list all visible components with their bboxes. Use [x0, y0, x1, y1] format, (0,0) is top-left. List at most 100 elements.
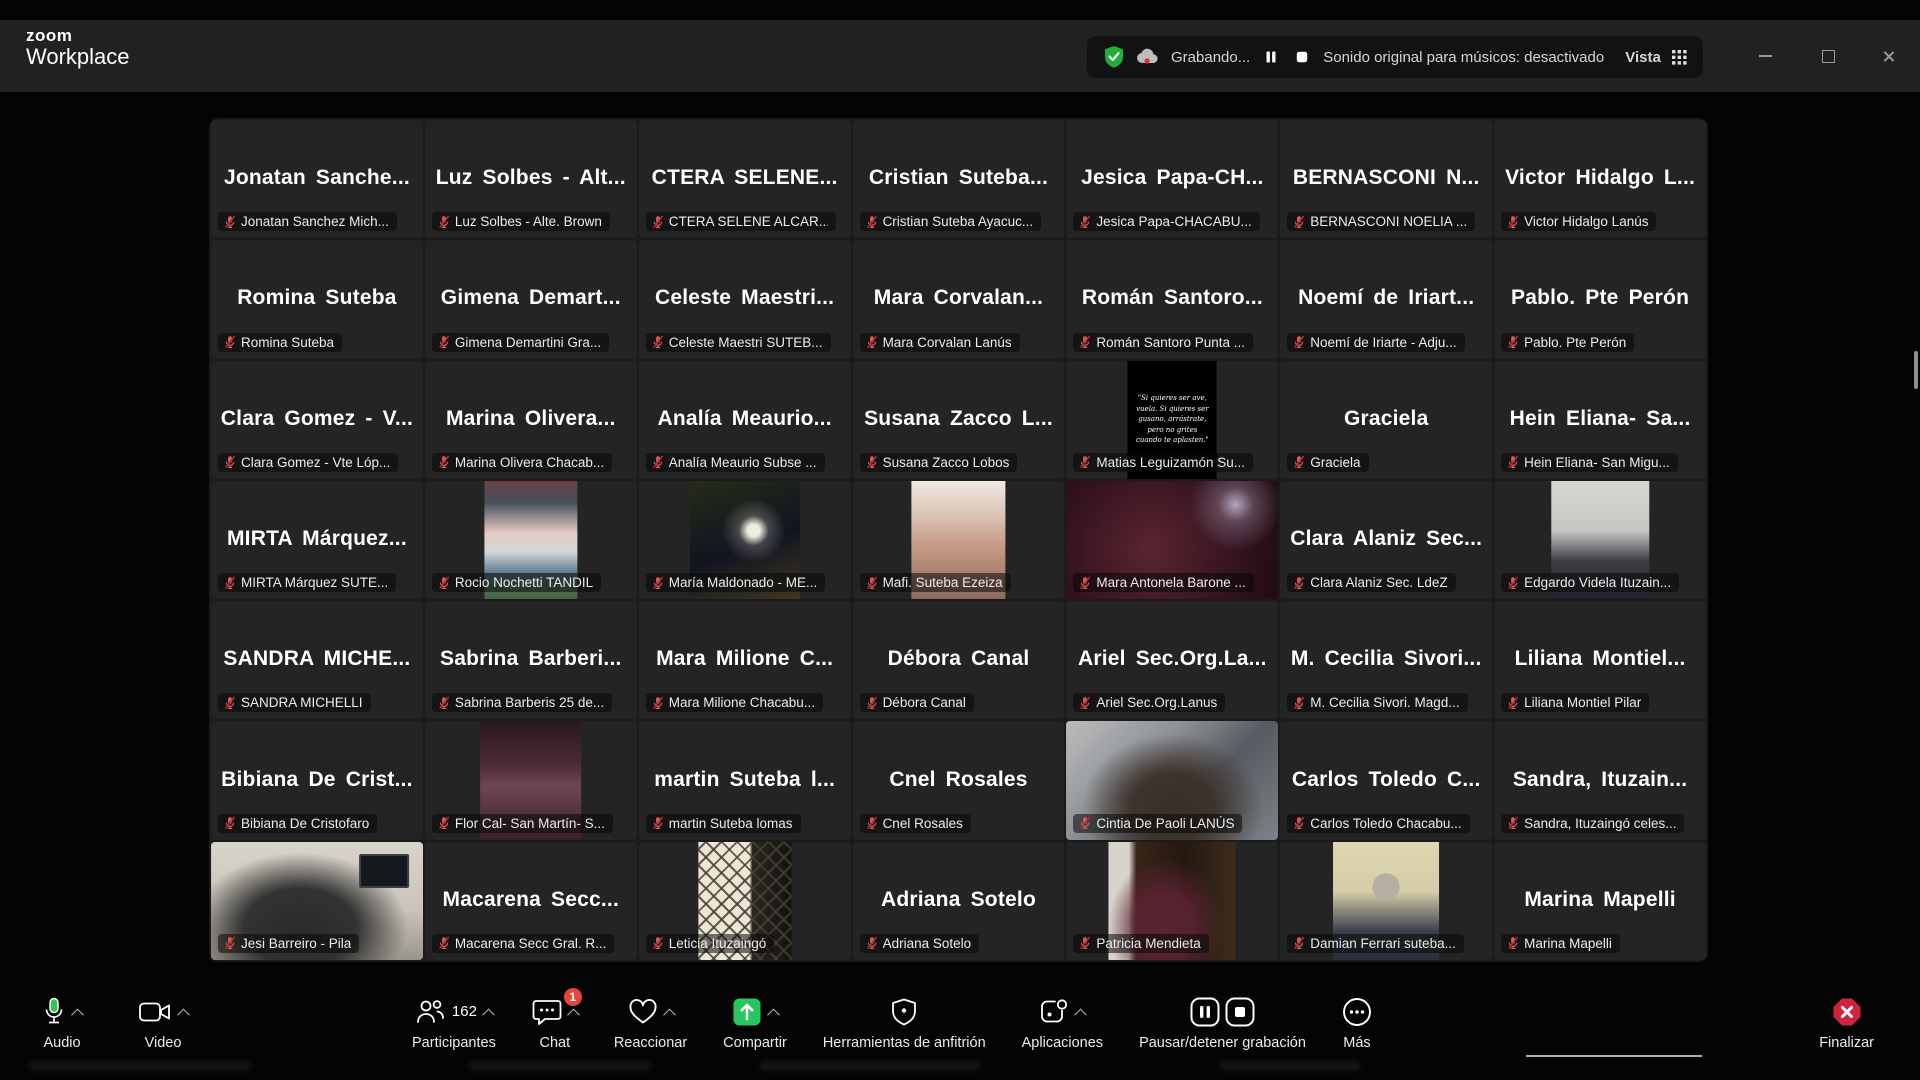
participant-tile[interactable]: Gimena Demart...Gimena Demartini Gra... [425, 240, 637, 358]
chat-button[interactable]: 1 Chat [532, 996, 578, 1051]
participant-tile[interactable]: Román Santoro...Román Santoro Punta ... [1066, 240, 1278, 358]
apps-chevron-icon[interactable] [1074, 1009, 1087, 1022]
participant-name-label: Clara Gomez - Vte Lóp... [241, 455, 390, 470]
participant-tile[interactable]: Victor Hidalgo L...Victor Hidalgo Lanús [1494, 120, 1706, 238]
share-screen-button[interactable]: Compartir [723, 996, 787, 1051]
chat-chevron-icon[interactable] [567, 1009, 580, 1022]
participant-tile[interactable]: Mara Milione C...Mara Milione Chacabu... [639, 601, 851, 719]
participant-tile[interactable]: Marina MapelliMarina Mapelli [1494, 842, 1706, 960]
participant-tile[interactable]: BERNASCONI N...BERNASCONI NOELIA ... [1280, 120, 1492, 238]
participant-tile[interactable]: Leticia Ituzaingó [639, 842, 851, 960]
view-menu-label[interactable]: Vista [1625, 49, 1661, 66]
participant-tile[interactable]: Celeste Maestri...Celeste Maestri SUTEB.… [639, 240, 851, 358]
participant-name-label: M. Cecilia Sivori. Magd... [1310, 695, 1459, 710]
participants-button[interactable]: 162 Participantes [412, 996, 496, 1051]
participant-tile[interactable]: Luz Solbes - Alt...Luz Solbes - Alte. Br… [425, 120, 637, 238]
participant-tile[interactable]: "Si quieres ser ave, vuela. Si quieres s… [1066, 361, 1278, 479]
participant-name-label: Mara Antonela Barone ... [1096, 575, 1245, 590]
stop-recording-control-icon[interactable] [1225, 997, 1255, 1027]
participant-tile[interactable]: M. Cecilia Sivori...M. Cecilia Sivori. M… [1280, 601, 1492, 719]
close-button[interactable] [1860, 20, 1916, 92]
participant-tile[interactable]: Patricia Mendieta [1066, 842, 1278, 960]
participant-tile[interactable]: martin Suteba l...martin Suteba lomas [639, 721, 851, 839]
participant-tile[interactable]: Macarena Secc...Macarena Secc Gral. R... [425, 842, 637, 960]
participant-tile[interactable]: Susana Zacco L...Susana Zacco Lobos [853, 361, 1065, 479]
muted-mic-icon [223, 335, 237, 349]
audio-button[interactable]: Audio [42, 996, 82, 1051]
react-button[interactable]: Reaccionar [614, 996, 687, 1051]
participant-tile[interactable]: Bibiana De Crist...Bibiana De Cristofaro [211, 721, 423, 839]
participant-name-label: Liliana Montiel Pilar [1524, 695, 1641, 710]
participant-name-label: Débora Canal [883, 695, 966, 710]
participant-tile[interactable]: Ariel Sec.Org.La...Ariel Sec.Org.Lanus [1066, 601, 1278, 719]
pause-stop-recording-button[interactable]: Pausar/detener grabación [1139, 996, 1306, 1051]
participants-chevron-icon[interactable] [482, 1009, 495, 1022]
gallery-scrollbar[interactable] [1914, 351, 1918, 389]
stop-recording-icon[interactable] [1292, 47, 1312, 67]
participant-tile[interactable]: Hein Eliana- Sa...Hein Eliana- San Migu.… [1494, 361, 1706, 479]
participant-tile[interactable]: Cnel RosalesCnel Rosales [853, 721, 1065, 839]
video-button[interactable]: Video [138, 996, 188, 1051]
participant-tile[interactable]: Clara Alaniz Sec...Clara Alaniz Sec. Lde… [1280, 481, 1492, 599]
participant-name-label: Celeste Maestri SUTEB... [669, 335, 823, 350]
participant-name-label: Clara Alaniz Sec. LdeZ [1310, 575, 1447, 590]
participant-tile[interactable]: Analía Meaurio...Analía Meaurio Subse ..… [639, 361, 851, 479]
share-chevron-icon[interactable] [767, 1009, 780, 1022]
original-sound-status-text[interactable]: Sonido original para músicos: desactivad… [1323, 49, 1604, 66]
participant-tile[interactable]: Mara Antonela Barone ... [1066, 481, 1278, 599]
participant-tile[interactable]: Romina SutebaRomina Suteba [211, 240, 423, 358]
more-button[interactable]: Más [1342, 996, 1372, 1051]
participant-name-pill: Matias Leguizamón Su... [1073, 453, 1253, 472]
participant-tile[interactable]: Jonatan Sanche...Jonatan Sanchez Mich... [211, 120, 423, 238]
taskbar-remnant [1220, 1062, 1360, 1070]
participant-name-pill: Jesi Barreiro - Pila [218, 934, 359, 953]
participant-tile[interactable]: Jesi Barreiro - Pila [211, 842, 423, 960]
participant-tile[interactable]: Liliana Montiel...Liliana Montiel Pilar [1494, 601, 1706, 719]
end-meeting-button[interactable]: Finalizar [1819, 996, 1874, 1051]
participant-tile[interactable]: Clara Gomez - V...Clara Gomez - Vte Lóp.… [211, 361, 423, 479]
participant-display-name: Sabrina Barberi... [425, 647, 637, 671]
react-chevron-icon[interactable] [663, 1009, 676, 1022]
participant-tile[interactable]: Marina Olivera...Marina Olivera Chacab..… [425, 361, 637, 479]
participant-tile[interactable]: Débora CanalDébora Canal [853, 601, 1065, 719]
security-shield-icon[interactable] [1103, 45, 1125, 69]
apps-button[interactable]: Aplicaciones [1022, 996, 1103, 1051]
participant-tile[interactable]: MIRTA Márquez...MIRTA Márquez SUTE... [211, 481, 423, 599]
pause-recording-control-icon[interactable] [1190, 997, 1220, 1027]
participant-tile[interactable]: María Maldonado - ME... [639, 481, 851, 599]
participant-tile[interactable]: Adriana SoteloAdriana Sotelo [853, 842, 1065, 960]
maximize-button[interactable] [1800, 20, 1856, 92]
participant-tile[interactable]: Sabrina Barberi...Sabrina Barberis 25 de… [425, 601, 637, 719]
video-options-chevron-icon[interactable] [177, 1009, 190, 1022]
participant-tile[interactable]: Pablo. Pte PerónPablo. Pte Perón [1494, 240, 1706, 358]
pause-recording-icon[interactable] [1261, 47, 1281, 67]
participant-tile[interactable]: Flor Cal- San Martín- S... [425, 721, 637, 839]
participant-tile[interactable]: Cintia De Paoli LANÚS [1066, 721, 1278, 839]
participant-name-pill: Graciela [1287, 453, 1368, 472]
participant-tile[interactable]: Noemí de Iriart...Noemí de Iriarte - Adj… [1280, 240, 1492, 358]
participant-tile[interactable]: Jesica Papa-CH...Jesica Papa-CHACABU... [1066, 120, 1278, 238]
participant-display-name: Jesica Papa-CH... [1066, 166, 1278, 190]
chat-unread-badge: 1 [564, 988, 582, 1006]
participant-name-label: Analía Meaurio Subse ... [669, 455, 817, 470]
participant-tile[interactable]: Edgardo Videla Ituzain... [1494, 481, 1706, 599]
participant-name-pill: martin Suteba lomas [646, 814, 801, 833]
participant-tile[interactable]: GracielaGraciela [1280, 361, 1492, 479]
participant-tile[interactable]: Mafi. Suteba Ezeiza [853, 481, 1065, 599]
gallery-view-grid-icon[interactable] [1672, 50, 1687, 65]
muted-mic-icon [1078, 816, 1092, 830]
minimize-button[interactable] [1737, 20, 1793, 92]
participant-tile[interactable]: Rocio Nochetti TANDIL [425, 481, 637, 599]
audio-options-chevron-icon[interactable] [71, 1009, 84, 1022]
participant-tile[interactable]: Mara Corvalan...Mara Corvalan Lanús [853, 240, 1065, 358]
participant-tile[interactable]: CTERA SELENE...CTERA SELENE ALCAR... [639, 120, 851, 238]
participant-tile[interactable]: Damian Ferrari suteba... [1280, 842, 1492, 960]
participant-tile[interactable]: SANDRA MICHE...SANDRA MICHELLI [211, 601, 423, 719]
participant-name-pill: Adriana Sotelo [860, 934, 980, 953]
participant-tile[interactable]: Carlos Toledo C...Carlos Toledo Chacabu.… [1280, 721, 1492, 839]
muted-mic-icon [1078, 696, 1092, 710]
host-tools-button[interactable]: Herramientas de anfitrión [823, 996, 986, 1051]
participant-name-pill: Rocio Nochetti TANDIL [432, 573, 601, 592]
participant-tile[interactable]: Cristian Suteba...Cristian Suteba Ayacuc… [853, 120, 1065, 238]
participant-tile[interactable]: Sandra, Ituzain...Sandra, Ituzaingó cele… [1494, 721, 1706, 839]
